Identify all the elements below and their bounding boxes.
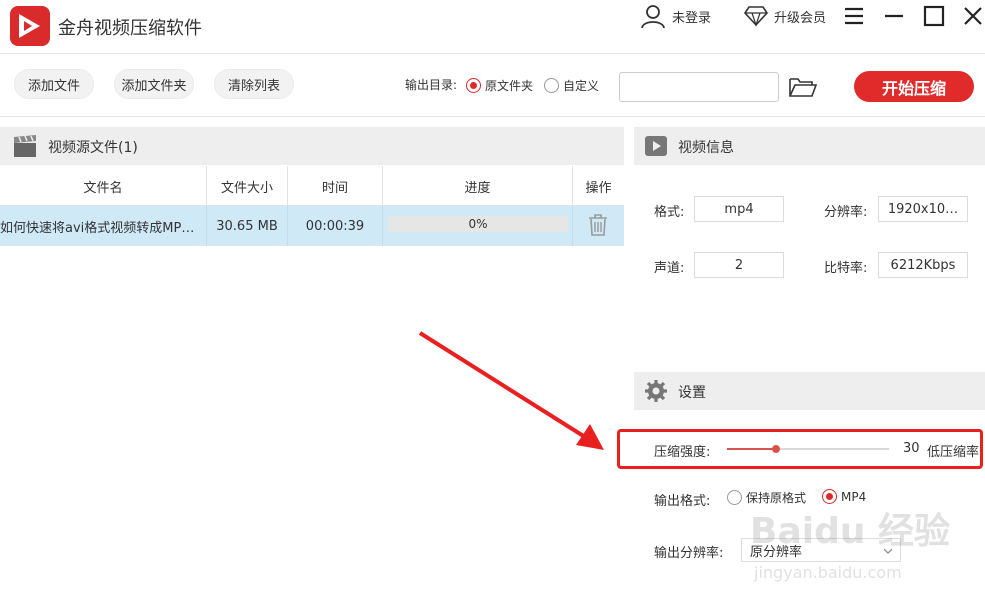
- menu-button[interactable]: [842, 4, 866, 28]
- upgrade-button[interactable]: 升级会员: [744, 4, 826, 28]
- gear-icon: [644, 379, 668, 403]
- source-files-header: 视频源文件(1): [0, 127, 624, 165]
- output-dir-label: 输出目录:: [405, 78, 458, 92]
- channel-value: 2: [694, 252, 784, 278]
- format-value: mp4: [694, 196, 784, 222]
- login-label: 未登录: [672, 10, 712, 26]
- baidu-watermark: Baidu 经验 jingyan.baidu.com: [740, 498, 980, 588]
- output-resolution-label: 输出分辨率:: [654, 546, 724, 561]
- radio-custom-folder[interactable]: 自定义: [544, 77, 599, 94]
- table-header: 文件名 文件大小 时间 进度 操作: [0, 166, 624, 206]
- toolbar: 添加文件 添加文件夹 清除列表 输出目录: 原文件夹 自定义 开始压缩: [0, 55, 985, 117]
- add-folder-button[interactable]: 添加文件夹: [114, 69, 194, 99]
- radio-dot-selected: [466, 78, 481, 93]
- column-header-action: 操作: [585, 180, 612, 196]
- hamburger-icon: [845, 7, 863, 25]
- progress-bar: 0%: [388, 216, 568, 232]
- bitrate-value: 6212Kbps: [878, 252, 968, 278]
- radio-original-label: 原文件夹: [485, 79, 534, 93]
- file-size-cell: 30.65 MB: [207, 206, 288, 246]
- minimize-button[interactable]: [882, 4, 906, 28]
- file-time-cell: 00:00:39: [288, 206, 383, 246]
- clear-list-button[interactable]: 清除列表: [214, 69, 294, 99]
- maximize-button[interactable]: [922, 4, 946, 28]
- column-header-progress: 进度: [383, 166, 573, 206]
- highlight-box: [617, 429, 983, 469]
- output-format-label: 输出格式:: [654, 494, 711, 509]
- start-compress-button[interactable]: 开始压缩: [854, 71, 974, 102]
- file-name-cell: 如何快速将avi格式视频转成MP…: [0, 206, 207, 246]
- source-files-title: 视频源文件(1): [48, 140, 138, 156]
- app-title: 金舟视频压缩软件: [58, 18, 202, 39]
- minimize-icon: [885, 14, 903, 18]
- resolution-value: 1920x10…: [878, 196, 968, 222]
- bitrate-label: 比特率:: [824, 261, 868, 276]
- close-button[interactable]: [961, 4, 985, 28]
- radio-original-folder[interactable]: 原文件夹: [466, 77, 533, 94]
- video-info-header: 视频信息: [634, 127, 985, 165]
- settings-header: 设置: [634, 372, 985, 410]
- add-file-button[interactable]: 添加文件: [14, 69, 94, 99]
- clapperboard-icon: [12, 133, 38, 159]
- output-path-input[interactable]: [619, 72, 779, 102]
- maximize-icon: [923, 5, 945, 27]
- app-logo-icon: [10, 6, 50, 46]
- user-icon: [641, 5, 665, 29]
- folder-open-icon: [789, 78, 818, 97]
- trash-icon: [589, 214, 607, 236]
- watermark-url: jingyan.baidu.com: [753, 563, 902, 582]
- login-button[interactable]: 未登录: [640, 4, 712, 29]
- radio-custom-label: 自定义: [563, 79, 600, 93]
- title-bar: 金舟视频压缩软件 未登录 升级会员: [0, 0, 985, 54]
- delete-button[interactable]: [588, 214, 608, 236]
- browse-folder-button[interactable]: [788, 75, 818, 99]
- upgrade-label: 升级会员: [774, 10, 827, 26]
- watermark-text: Baidu 经验: [750, 511, 950, 552]
- video-info-title: 视频信息: [678, 140, 734, 156]
- settings-title: 设置: [678, 385, 706, 401]
- diamond-icon: [744, 6, 768, 27]
- channel-label: 声道:: [654, 261, 685, 276]
- video-play-icon: [644, 134, 668, 158]
- column-header-time: 时间: [288, 166, 383, 206]
- resolution-label: 分辨率:: [824, 205, 868, 220]
- format-label: 格式:: [654, 205, 685, 220]
- progress-label: 0%: [468, 217, 488, 231]
- close-icon: [964, 7, 982, 25]
- column-header-filename: 文件名: [0, 166, 207, 206]
- column-header-size: 文件大小: [207, 166, 288, 206]
- radio-dot: [544, 78, 559, 93]
